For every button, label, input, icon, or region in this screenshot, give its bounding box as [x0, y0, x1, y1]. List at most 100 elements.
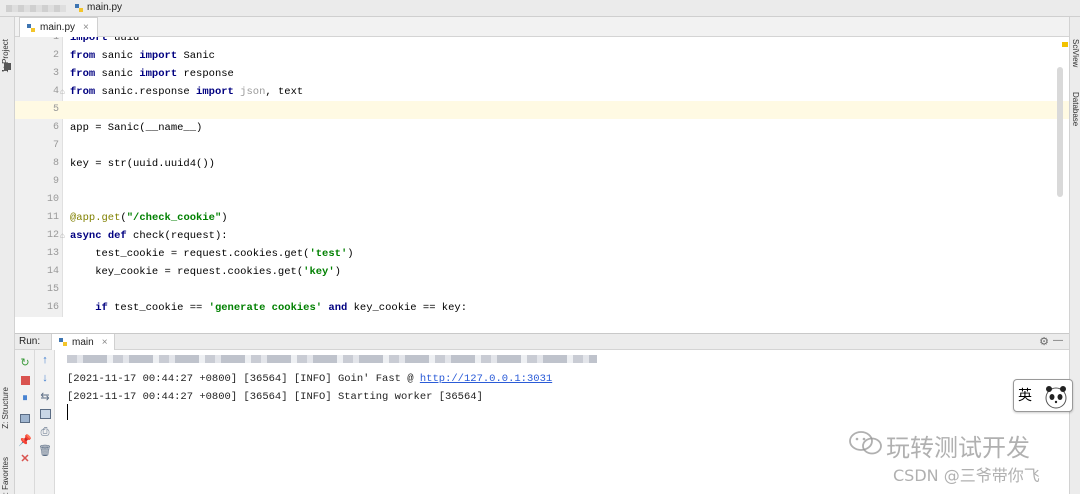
favorites-tool-tab[interactable]: 2: Favorites: [1, 457, 10, 494]
line-number: 15: [46, 284, 59, 295]
python-run-icon: [59, 338, 67, 346]
print-icon[interactable]: ⎙: [39, 426, 51, 438]
line-number: 6: [52, 122, 59, 133]
code-text: async def check(request):: [70, 230, 228, 242]
blurred-breadcrumb: [6, 5, 66, 12]
code-line: 4 ⌂ from sanic.response import json, text: [15, 83, 1069, 101]
close-icon[interactable]: ×: [83, 22, 89, 33]
line-number: 13: [46, 248, 59, 259]
blurred-command-line: [67, 355, 597, 363]
restore-layout-icon[interactable]: [19, 412, 31, 424]
code-text: import uuid: [70, 37, 140, 44]
code-line: 3 from sanic import response: [15, 65, 1069, 83]
pin-icon[interactable]: 📌: [18, 434, 32, 447]
right-tool-strip: SciView Database: [1069, 17, 1080, 494]
code-line: 16 if test_cookie == 'generate cookies' …: [15, 299, 1069, 317]
code-text: from sanic import response: [70, 68, 234, 80]
tab-label: main.py: [40, 22, 76, 33]
run-toolbar-secondary: ↑ ↓ ⇆ ⎙ 🗑: [35, 350, 55, 494]
watermark-subtitle: CSDN @三爷带你飞: [893, 466, 1040, 485]
run-tab-label: main: [72, 336, 94, 348]
python-file-icon: [75, 3, 83, 12]
ime-language-indicator: 英: [1018, 387, 1032, 403]
log-line: [2021-11-17 00:44:27 +0800] [36564] [INF…: [67, 389, 483, 405]
code-line: 12 ⌂ async def check(request):: [15, 227, 1069, 245]
code-text: key_cookie = request.cookies.get('key'): [70, 266, 341, 278]
left-tool-strip: 1: Project Z: Structure 2: Favorites: [0, 17, 15, 494]
wechat-logo-icon: [849, 431, 882, 455]
line-number: 7: [52, 140, 59, 151]
code-line: 6 app = Sanic(__name__): [15, 119, 1069, 137]
code-line: 14 key_cookie = request.cookies.get('key…: [15, 263, 1069, 281]
code-line: 8 key = str(uuid.uuid4()): [15, 155, 1069, 173]
breadcrumb-file-label: main.py: [87, 2, 123, 13]
run-panel-header: Run: main × ⚙ —: [15, 333, 1069, 350]
python-file-icon: [27, 23, 35, 32]
code-line: 1 import uuid: [15, 37, 1069, 47]
tab-main-py[interactable]: main.py ×: [19, 17, 98, 37]
run-label: Run:: [19, 336, 41, 347]
scroll-up-icon[interactable]: ↑: [39, 354, 51, 366]
line-number: 12: [46, 230, 59, 241]
editor-scrollbar[interactable]: [1057, 67, 1063, 197]
scroll-down-icon[interactable]: ↓: [39, 372, 51, 384]
scroll-to-end-icon[interactable]: [39, 408, 51, 420]
code-line: 11 @app.get("/check_cookie"): [15, 209, 1069, 227]
line-number: 16: [46, 302, 59, 313]
gear-icon[interactable]: ⚙: [1039, 335, 1049, 348]
line-number: 2: [52, 50, 59, 61]
code-line: 13 test_cookie = request.cookies.get('te…: [15, 245, 1069, 263]
code-line: 5: [15, 101, 1069, 119]
code-line: 2 from sanic import Sanic: [15, 47, 1069, 65]
breadcrumb-file[interactable]: main.py: [74, 2, 122, 13]
code-line: 7: [15, 137, 1069, 155]
navigation-bar: main.py: [0, 0, 1080, 17]
log-text: [2021-11-17 00:44:27 +0800] [36564] [INF…: [67, 373, 420, 385]
code-text: from sanic import Sanic: [70, 50, 215, 62]
line-number: 1: [52, 37, 59, 43]
log-text: [2021-11-17 00:44:27 +0800] [36564] [INF…: [67, 391, 483, 403]
panda-mascot-icon: [1045, 386, 1067, 409]
line-number: 10: [46, 194, 59, 205]
server-url-link[interactable]: http://127.0.0.1:3031: [420, 373, 552, 385]
watermark-title: 玩转测试开发: [886, 434, 1030, 462]
soft-wrap-icon[interactable]: ⇆: [39, 390, 51, 403]
fold-icon[interactable]: ⌂: [60, 227, 65, 245]
line-number: 3: [52, 68, 59, 79]
code-line: 9: [15, 173, 1069, 191]
run-toolbar-primary: ↻ ⏸ 📌 ✕: [15, 350, 35, 494]
pause-icon[interactable]: ⏸: [19, 392, 31, 404]
warning-marker[interactable]: [1062, 42, 1068, 47]
line-number: 8: [52, 158, 59, 169]
structure-tool-tab[interactable]: Z: Structure: [1, 387, 10, 429]
code-text: @app.get("/check_cookie"): [70, 212, 228, 224]
line-number: 4: [52, 86, 59, 97]
code-text: key = str(uuid.uuid4()): [70, 158, 215, 170]
code-editor[interactable]: 1 import uuid 2 from sanic import Sanic 3 fro…: [15, 37, 1069, 317]
rerun-icon[interactable]: ↻: [19, 356, 31, 369]
code-text: if test_cookie == 'generate cookies' and…: [95, 302, 468, 314]
code-line: 10: [15, 191, 1069, 209]
hide-panel-icon[interactable]: —: [1053, 335, 1063, 346]
line-number: 5: [52, 104, 59, 115]
trash-icon[interactable]: 🗑: [38, 444, 52, 457]
code-text: app = Sanic(__name__): [70, 122, 203, 134]
code-line: 15: [15, 281, 1069, 299]
line-number: 14: [46, 266, 59, 277]
console-caret: [67, 404, 68, 420]
line-number: 11: [46, 212, 59, 223]
close-icon[interactable]: ×: [102, 337, 108, 348]
close-run-icon[interactable]: ✕: [19, 452, 31, 465]
run-tab-main[interactable]: main ×: [51, 334, 115, 350]
line-number: 9: [52, 176, 59, 187]
code-text: from sanic.response import json, text: [70, 86, 304, 98]
database-tool-tab[interactable]: Database: [1071, 92, 1080, 126]
ime-widget[interactable]: 英: [1013, 379, 1073, 412]
log-line: [2021-11-17 00:44:27 +0800] [36564] [INF…: [67, 371, 552, 387]
project-tab-icon: [4, 63, 11, 70]
code-text: test_cookie = request.cookies.get('test'…: [70, 248, 354, 260]
sciview-tool-tab[interactable]: SciView: [1071, 39, 1080, 67]
fold-icon[interactable]: ⌂: [60, 83, 65, 101]
editor-tab-bar: main.py ×: [15, 17, 1069, 37]
stop-icon[interactable]: [19, 374, 31, 386]
